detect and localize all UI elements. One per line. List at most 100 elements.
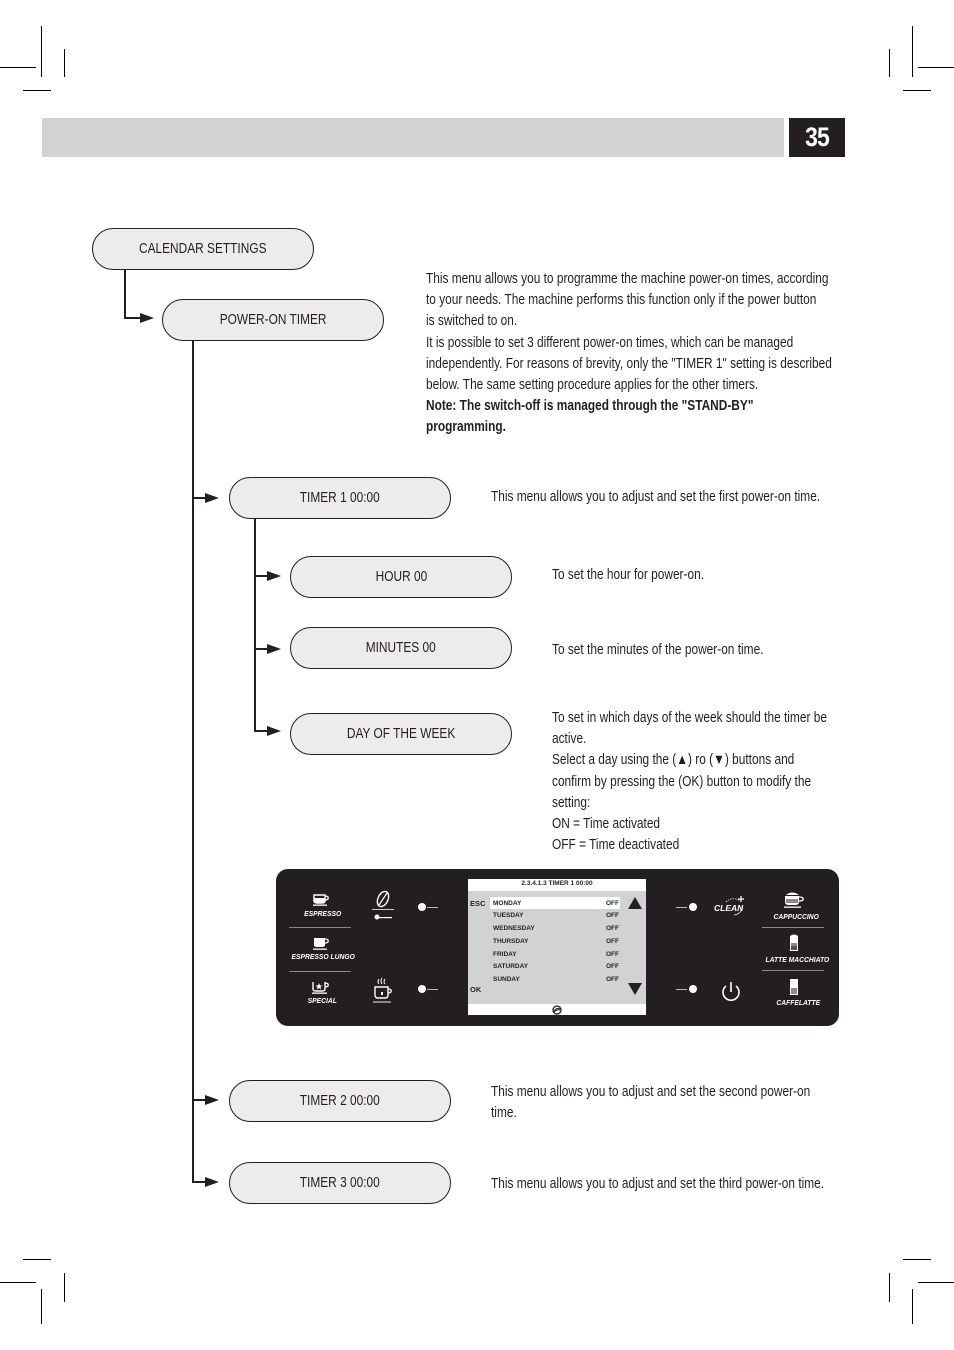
espresso-lungo-button[interactable]: ESPRESSO LUNGO [286, 933, 356, 965]
menu-timer-2[interactable]: TIMER 2 00:00 [229, 1080, 451, 1122]
panel-divider [762, 927, 824, 928]
led-line [427, 907, 438, 908]
crop-mark [41, 1289, 42, 1324]
espresso-cup-icon [313, 894, 329, 906]
text-line: To set the minutes of the power-on time. [552, 642, 764, 658]
hot-water-button[interactable] [370, 976, 396, 1006]
arrow-icon [267, 726, 281, 736]
timer1-description: This menu allows you to adjust and set t… [491, 487, 892, 508]
arrow-icon [205, 493, 219, 503]
indicator-led [418, 985, 426, 993]
connector-line [124, 270, 126, 318]
screen-menu: ESC OK MONDAY OFF TUESDAY OFF WEDNESDAY … [468, 891, 646, 1004]
day-status: OFF [606, 951, 619, 958]
day-row[interactable]: THURSDAY [493, 938, 529, 945]
hot-water-cup-icon [373, 977, 392, 1003]
day-name: WEDNESDAY [493, 925, 535, 932]
crop-mark [918, 67, 954, 68]
caffelatte-button[interactable]: CAFFELATTE [764, 976, 824, 1010]
panel-divider [762, 970, 824, 971]
crop-mark [889, 1273, 890, 1302]
latte-macchiato-label: LATTE MACCHIATO [765, 955, 830, 964]
day-status: OFF [606, 912, 619, 919]
menu-timer-3[interactable]: TIMER 3 00:00 [229, 1162, 451, 1204]
crop-mark [64, 1273, 65, 1302]
menu-day-of-week[interactable]: DAY OF THE WEEK [290, 713, 512, 755]
arrow-icon [267, 571, 281, 581]
text-line: Select a day using the (▲) ro (▼) button… [552, 752, 795, 769]
esc-button[interactable]: ESC [470, 899, 485, 908]
espresso-lungo-cup-icon [313, 938, 329, 950]
day-name: TUESDAY [493, 912, 524, 919]
day-value: OFF [606, 963, 619, 970]
text-line: This menu allows you to adjust and set t… [491, 1176, 825, 1192]
indicator-led [689, 903, 697, 911]
day-name: MONDAY [493, 900, 522, 907]
cappuccino-button[interactable]: CAPPUCCINO [764, 888, 824, 924]
day-value: OFF [606, 912, 619, 919]
menu-minutes[interactable]: MINUTES 00 [290, 627, 512, 669]
day-row[interactable]: TUESDAY [493, 912, 523, 919]
brand-logo-icon [552, 1005, 562, 1015]
power-button[interactable] [719, 979, 743, 1005]
day-row[interactable]: MONDAY [493, 900, 521, 907]
day-status: OFF [606, 925, 619, 932]
intro-paragraph: This menu allows you to programme the ma… [426, 269, 921, 439]
espresso-button[interactable]: ESPRESSO [290, 890, 352, 922]
arrow-icon [205, 1095, 219, 1105]
crop-mark [918, 1282, 954, 1283]
day-row[interactable]: WEDNESDAY [493, 925, 535, 932]
menu-timer-1[interactable]: TIMER 1 00:00 [229, 477, 451, 519]
text-line: ON = Time activated [552, 816, 661, 833]
arrow-icon [205, 1177, 219, 1187]
menu-label: CALENDAR SETTINGS [139, 241, 267, 257]
day-value: OFF [606, 976, 619, 983]
crop-mark [23, 90, 51, 91]
led-line [676, 907, 687, 908]
menu-calendar-settings[interactable]: CALENDAR SETTINGS [92, 228, 314, 270]
day-status: OFF [606, 900, 619, 907]
aroma-button[interactable] [370, 890, 396, 924]
text-line: setting: [552, 794, 591, 811]
cappuccino-cup-icon [784, 892, 804, 908]
up-arrow-button[interactable] [628, 897, 642, 909]
arrow-icon [267, 644, 281, 654]
ok-button[interactable]: OK [470, 985, 481, 994]
menu-hour[interactable]: HOUR 00 [290, 556, 512, 598]
connector-line [192, 341, 194, 1183]
day-row[interactable]: SUNDAY [493, 976, 520, 983]
day-name: SUNDAY [493, 976, 520, 983]
day-name: FRIDAY [493, 951, 517, 958]
indicator-led [689, 985, 697, 993]
down-arrow-button[interactable] [628, 983, 642, 995]
day-row[interactable]: FRIDAY [493, 951, 517, 958]
latte-macchiato-button[interactable]: LATTE MACCHIATO [760, 932, 830, 966]
text-line: To set in which days of the week should … [552, 710, 827, 726]
day-row[interactable]: SATURDAY [493, 963, 528, 970]
espresso-lungo-label: ESPRESSO LUNGO [291, 952, 355, 961]
special-button[interactable]: SPECIAL [290, 977, 352, 1009]
led-line [676, 989, 687, 990]
clean-button[interactable]: CLEAN [712, 893, 748, 919]
crop-mark [0, 67, 36, 68]
display-screen: 2.3.4.1.3 TIMER 1 00:00 ESC OK MONDAY OF… [468, 879, 646, 1015]
crop-mark [903, 90, 931, 91]
panel-divider [289, 927, 351, 928]
day-name: SATURDAY [493, 963, 529, 970]
text-line: to your needs. The machine performs this… [426, 292, 817, 309]
day-description: To set in which days of the week should … [552, 708, 887, 856]
menu-power-on-timer[interactable]: POWER-ON TIMER [162, 299, 384, 341]
latte-macchiato-glass-icon [790, 934, 798, 951]
text-line: It is possible to set 3 different power-… [426, 334, 794, 351]
text-line: To set the hour for power-on. [552, 567, 705, 583]
svg-text:CLEAN: CLEAN [714, 903, 744, 913]
menu-label: TIMER 2 00:00 [300, 1093, 380, 1109]
note-line: programming. [426, 419, 506, 436]
page-number-text: 35 [805, 122, 830, 152]
crop-mark [23, 1259, 51, 1260]
special-label: SPECIAL [307, 996, 337, 1005]
power-icon [722, 982, 740, 1001]
note-line: Note: The switch-off is managed through … [426, 398, 754, 415]
screen-title: 2.3.4.1.3 TIMER 1 00:00 [521, 880, 593, 887]
timer3-description: This menu allows you to adjust and set t… [491, 1174, 897, 1195]
